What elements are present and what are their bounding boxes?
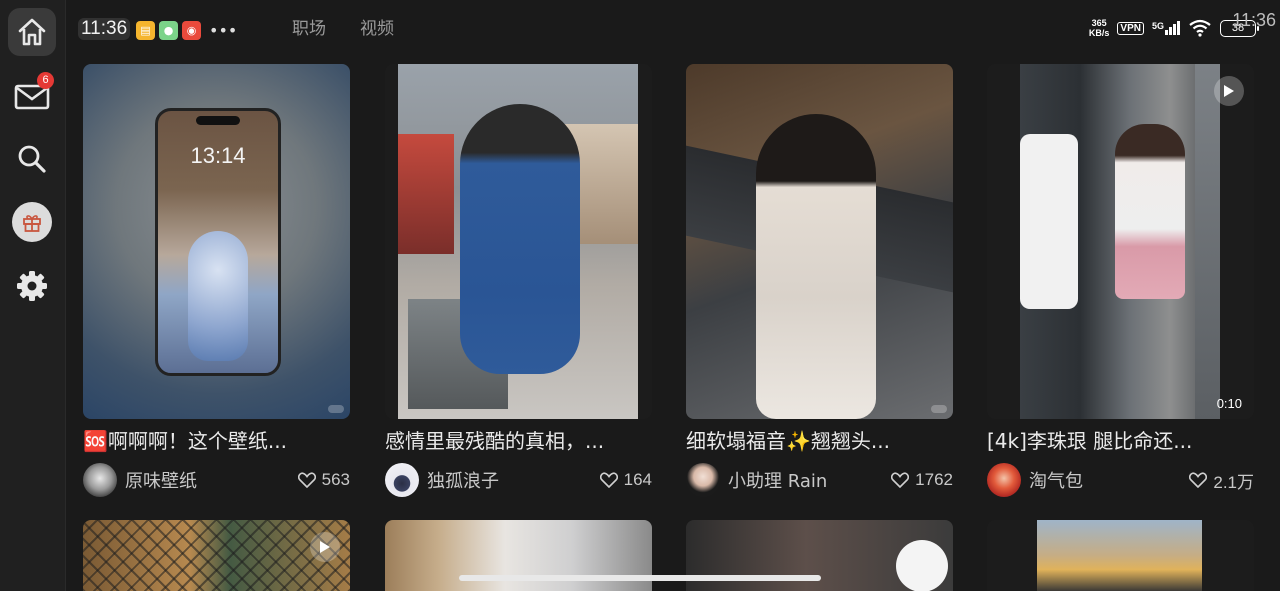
fence-pattern (83, 520, 350, 591)
network-speed: 365 KB/s (1089, 18, 1110, 38)
play-button[interactable] (310, 532, 340, 562)
sky-image (1037, 520, 1202, 591)
card-subject (756, 114, 876, 419)
gear-icon (17, 271, 47, 301)
like-count-value: 164 (623, 470, 652, 489)
network-speed-value: 365 (1091, 18, 1107, 28)
card-meta: 小助理 Rain 1762 (686, 463, 953, 497)
card-meta: 独孤浪子 164 (385, 463, 652, 497)
author-name[interactable]: 淘气包 (1029, 467, 1189, 493)
home-button[interactable] (8, 8, 56, 56)
sidebar: 6 (0, 0, 66, 591)
vpn-badge: VPN (1117, 21, 1144, 35)
wifi-icon (1189, 19, 1211, 37)
settings-button[interactable] (8, 262, 56, 310)
heart-icon (1189, 472, 1208, 488)
author-name[interactable]: 原味壁纸 (125, 467, 298, 493)
gift-button[interactable] (8, 198, 56, 246)
feed-card[interactable]: 0:10 [4k]李珠珢 腿比命还... 淘气包 2.1万 (987, 64, 1254, 497)
gift-icon (23, 215, 41, 232)
search-icon (18, 145, 46, 173)
card-image (398, 64, 638, 419)
home-icon (18, 18, 46, 46)
notification-icons: ▤ ● ◉ ••• (136, 21, 237, 40)
tab-video[interactable]: 视频 (360, 14, 394, 39)
bright-light (896, 540, 948, 591)
status-time: 11:36 (78, 18, 131, 40)
search-button[interactable] (8, 135, 56, 183)
status-right: 365 KB/s VPN 5G 38 (1089, 18, 1259, 38)
signal-label: 5G (1151, 21, 1164, 31)
like-count[interactable]: 164 (599, 470, 652, 490)
like-count[interactable]: 1762 (891, 470, 953, 490)
play-icon (320, 541, 330, 553)
notes-app-icon: ▤ (136, 21, 155, 40)
tab-workplace[interactable]: 职场 (292, 14, 326, 39)
signal-icon: 5G (1152, 21, 1180, 35)
chat-app-icon: ● (159, 21, 178, 40)
watermark (328, 405, 344, 413)
heart-icon (599, 472, 618, 488)
video-duration: 0:10 (1216, 396, 1242, 411)
like-count[interactable]: 563 (297, 470, 350, 490)
network-speed-unit: KB/s (1088, 28, 1110, 38)
avatar[interactable] (987, 463, 1021, 497)
mail-badge: 6 (37, 72, 54, 89)
feed-card[interactable]: 细软塌福音✨翘翘头... 小助理 Rain 1762 (686, 64, 953, 497)
card-title[interactable]: 🆘啊啊啊！这个壁纸... (83, 427, 350, 455)
clock-right: 11:36 (1232, 10, 1276, 30)
avatar[interactable] (83, 463, 117, 497)
more-notifications-icon: ••• (209, 21, 238, 40)
mail-button[interactable]: 6 (8, 72, 56, 120)
feed-card-thumbnail[interactable] (83, 520, 350, 591)
heart-icon (297, 472, 316, 488)
feed-card-thumbnail[interactable] (987, 520, 1254, 591)
heart-icon (891, 472, 910, 488)
like-count-value: 1762 (915, 470, 953, 489)
card-thumbnail[interactable] (385, 64, 652, 419)
card-title[interactable]: 细软塌福音✨翘翘头... (686, 427, 953, 455)
like-count-value: 563 (321, 470, 350, 489)
card-thumbnail[interactable]: 13:14 (83, 64, 350, 419)
author-name[interactable]: 独孤浪子 (427, 467, 600, 493)
feed-card[interactable]: 感情里最残酷的真相，... 独孤浪子 164 (385, 64, 652, 497)
like-count[interactable]: 2.1万 (1189, 468, 1254, 493)
feed-card[interactable]: 13:14 🆘啊啊啊！这个壁纸... 原味壁纸 563 (83, 64, 350, 497)
card-image (1020, 64, 1220, 419)
card-title[interactable]: 感情里最残酷的真相，... (385, 427, 652, 455)
home-indicator[interactable] (459, 575, 821, 581)
avatar[interactable] (385, 463, 419, 497)
gift-circle (12, 202, 52, 242)
card-meta: 原味壁纸 563 (83, 463, 350, 497)
card-thumbnail[interactable] (686, 64, 953, 419)
card-title[interactable]: [4k]李珠珢 腿比命还... (987, 427, 1254, 455)
play-icon (1224, 85, 1234, 97)
phone-mockup: 13:14 (155, 108, 281, 376)
shopping-app-icon: ◉ (182, 21, 201, 40)
card-meta: 淘气包 2.1万 (987, 463, 1254, 497)
watermark (931, 405, 947, 413)
like-count-value: 2.1万 (1213, 472, 1254, 492)
card-thumbnail[interactable]: 0:10 (987, 64, 1254, 419)
play-button[interactable] (1214, 76, 1244, 106)
avatar[interactable] (686, 463, 720, 497)
author-name[interactable]: 小助理 Rain (728, 467, 891, 493)
